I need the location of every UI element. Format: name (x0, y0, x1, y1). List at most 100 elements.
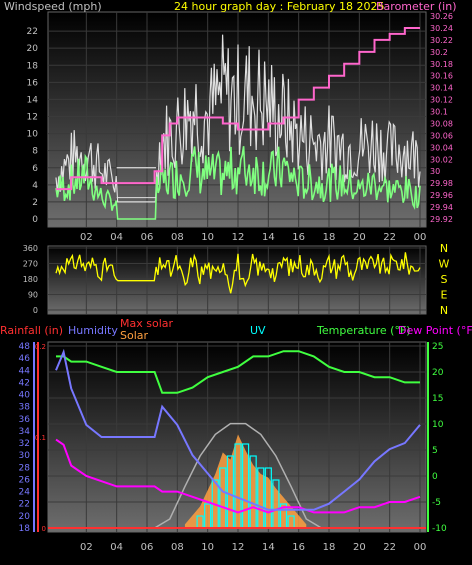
weather-graph: Windspeed (mph) 24 hour graph day : Febr… (0, 0, 472, 561)
dir-ytick-label: 90 (28, 291, 38, 300)
compass-label: W (439, 258, 450, 271)
compass-label: N (440, 242, 448, 255)
wind-xtick-label: 12 (232, 232, 245, 243)
wind-xtick-label: 20 (353, 232, 366, 243)
temp-ytick-label: 15 (432, 394, 443, 404)
baro-ytick-label: 29.96 (430, 191, 453, 200)
baro-ytick-label: 30.22 (430, 36, 453, 45)
temp-xtick-label: 10 (201, 542, 214, 553)
wind-ytick-label: 8 (32, 147, 38, 157)
rain-ytick-label: 0.2 (35, 343, 46, 351)
humidity-ytick-label: 22 (19, 500, 30, 510)
baro-ytick-label: 30.2 (430, 48, 448, 57)
temp-ytick-label: 20 (432, 368, 444, 378)
wind-ytick-label: 18 (27, 61, 39, 71)
compass-label: S (441, 273, 448, 286)
wind-ytick-label: 16 (27, 78, 39, 88)
temp-xtick-label: 20 (353, 542, 366, 553)
temp-xtick-label: 14 (262, 542, 275, 553)
wind-ytick-label: 12 (27, 113, 38, 123)
humidity-ytick-label: 38 (19, 403, 31, 413)
humidity-ytick-label: 42 (19, 378, 30, 388)
humidity-ytick-label: 48 (19, 342, 31, 352)
humidity-ytick-label: 18 (19, 524, 31, 534)
temp-xtick-label: 02 (80, 542, 93, 553)
wind-xtick-label: 00 (414, 232, 427, 243)
baro-ytick-label: 30.02 (430, 155, 453, 164)
wind-xtick-label: 14 (262, 232, 275, 243)
weather-chart-svg: Windspeed (mph) 24 hour graph day : Febr… (0, 0, 472, 553)
dir-ytick-label: 270 (23, 260, 38, 269)
temperature-legend: Temperature (°F) (316, 324, 411, 337)
baro-ytick-label: 29.98 (430, 179, 453, 188)
humidity-ytick-label: 24 (19, 488, 31, 498)
wind-ytick-label: 10 (27, 130, 39, 140)
direction-panel-bg (47, 245, 427, 315)
humidity-legend: Humidity (68, 324, 118, 337)
temp-ytick-label: -5 (432, 498, 441, 508)
temp-ytick-label: 10 (432, 420, 444, 430)
temp-ytick-label: 25 (432, 342, 443, 352)
wind-xtick-label: 18 (323, 232, 336, 243)
graph-title: 24 hour graph day : February 18 2025 (174, 0, 385, 13)
wind-ytick-label: 6 (32, 164, 38, 174)
uv-legend: UV (250, 324, 266, 337)
wind-xtick-label: 02 (80, 232, 93, 243)
baro-ytick-label: 30.1 (430, 108, 448, 117)
wind-ytick-label: 4 (32, 181, 38, 191)
windspeed-title: Windspeed (mph) (4, 0, 102, 13)
wind-xtick-label: 10 (201, 232, 214, 243)
temp-xtick-label: 18 (323, 542, 336, 553)
temp-ytick-label: -10 (432, 524, 447, 534)
wind-xtick-label: 06 (141, 232, 154, 243)
dir-ytick-label: 0 (33, 306, 38, 315)
baro-ytick-label: 30.16 (430, 72, 453, 81)
solar-legend: Solar (120, 329, 149, 342)
humidity-ytick-label: 46 (19, 354, 31, 364)
temp-xtick-label: 06 (141, 542, 154, 553)
baro-ytick-label: 29.94 (430, 203, 453, 212)
temp-xtick-label: 22 (383, 542, 396, 553)
temp-ytick-label: 5 (432, 446, 438, 456)
humidity-ytick-label: 34 (19, 427, 31, 437)
compass-label: E (441, 289, 448, 302)
humidity-ytick-label: 36 (19, 415, 31, 425)
baro-ytick-label: 29.92 (430, 215, 453, 224)
rainfall-legend: Rainfall (in) (0, 324, 63, 337)
baro-ytick-label: 30.08 (430, 119, 453, 128)
humidity-ytick-label: 32 (19, 439, 30, 449)
wind-xtick-label: 16 (292, 232, 305, 243)
temp-xtick-label: 08 (171, 542, 184, 553)
humidity-ytick-label: 40 (19, 391, 31, 401)
wind-ytick-label: 2 (32, 198, 38, 208)
dir-ytick-label: 180 (23, 275, 38, 284)
baro-ytick-label: 30.14 (430, 84, 453, 93)
baro-ytick-label: 30.04 (430, 143, 453, 152)
dewpoint-legend: Dew Point (°F) (398, 324, 472, 337)
rain-ytick-label: 0.1 (35, 434, 46, 442)
baro-ytick-label: 30.06 (430, 131, 453, 140)
wind-ytick-label: 20 (27, 44, 39, 54)
humidity-ytick-label: 20 (19, 512, 31, 522)
wind-xtick-label: 08 (171, 232, 184, 243)
compass-label: N (440, 304, 448, 317)
baro-ytick-label: 30.18 (430, 60, 453, 69)
wind-xtick-label: 22 (383, 232, 396, 243)
wind-xtick-label: 04 (110, 232, 123, 243)
rain-ytick-label: 0 (42, 525, 46, 533)
humidity-ytick-label: 26 (19, 475, 31, 485)
humidity-ytick-label: 44 (19, 366, 31, 376)
temp-xtick-label: 12 (232, 542, 245, 553)
temp-xtick-label: 00 (414, 542, 427, 553)
wind-ytick-label: 22 (27, 27, 38, 37)
wind-ytick-label: 14 (27, 95, 39, 105)
baro-ytick-label: 30.26 (430, 12, 453, 21)
temp-ytick-label: 0 (432, 472, 438, 482)
wind-ytick-label: 0 (32, 215, 38, 225)
temp-xtick-label: 16 (292, 542, 305, 553)
humidity-ytick-label: 30 (19, 451, 31, 461)
baro-ytick-label: 30 (430, 167, 440, 176)
temp-xtick-label: 04 (110, 542, 123, 553)
baro-ytick-label: 30.12 (430, 96, 453, 105)
humidity-ytick-label: 28 (19, 463, 31, 473)
